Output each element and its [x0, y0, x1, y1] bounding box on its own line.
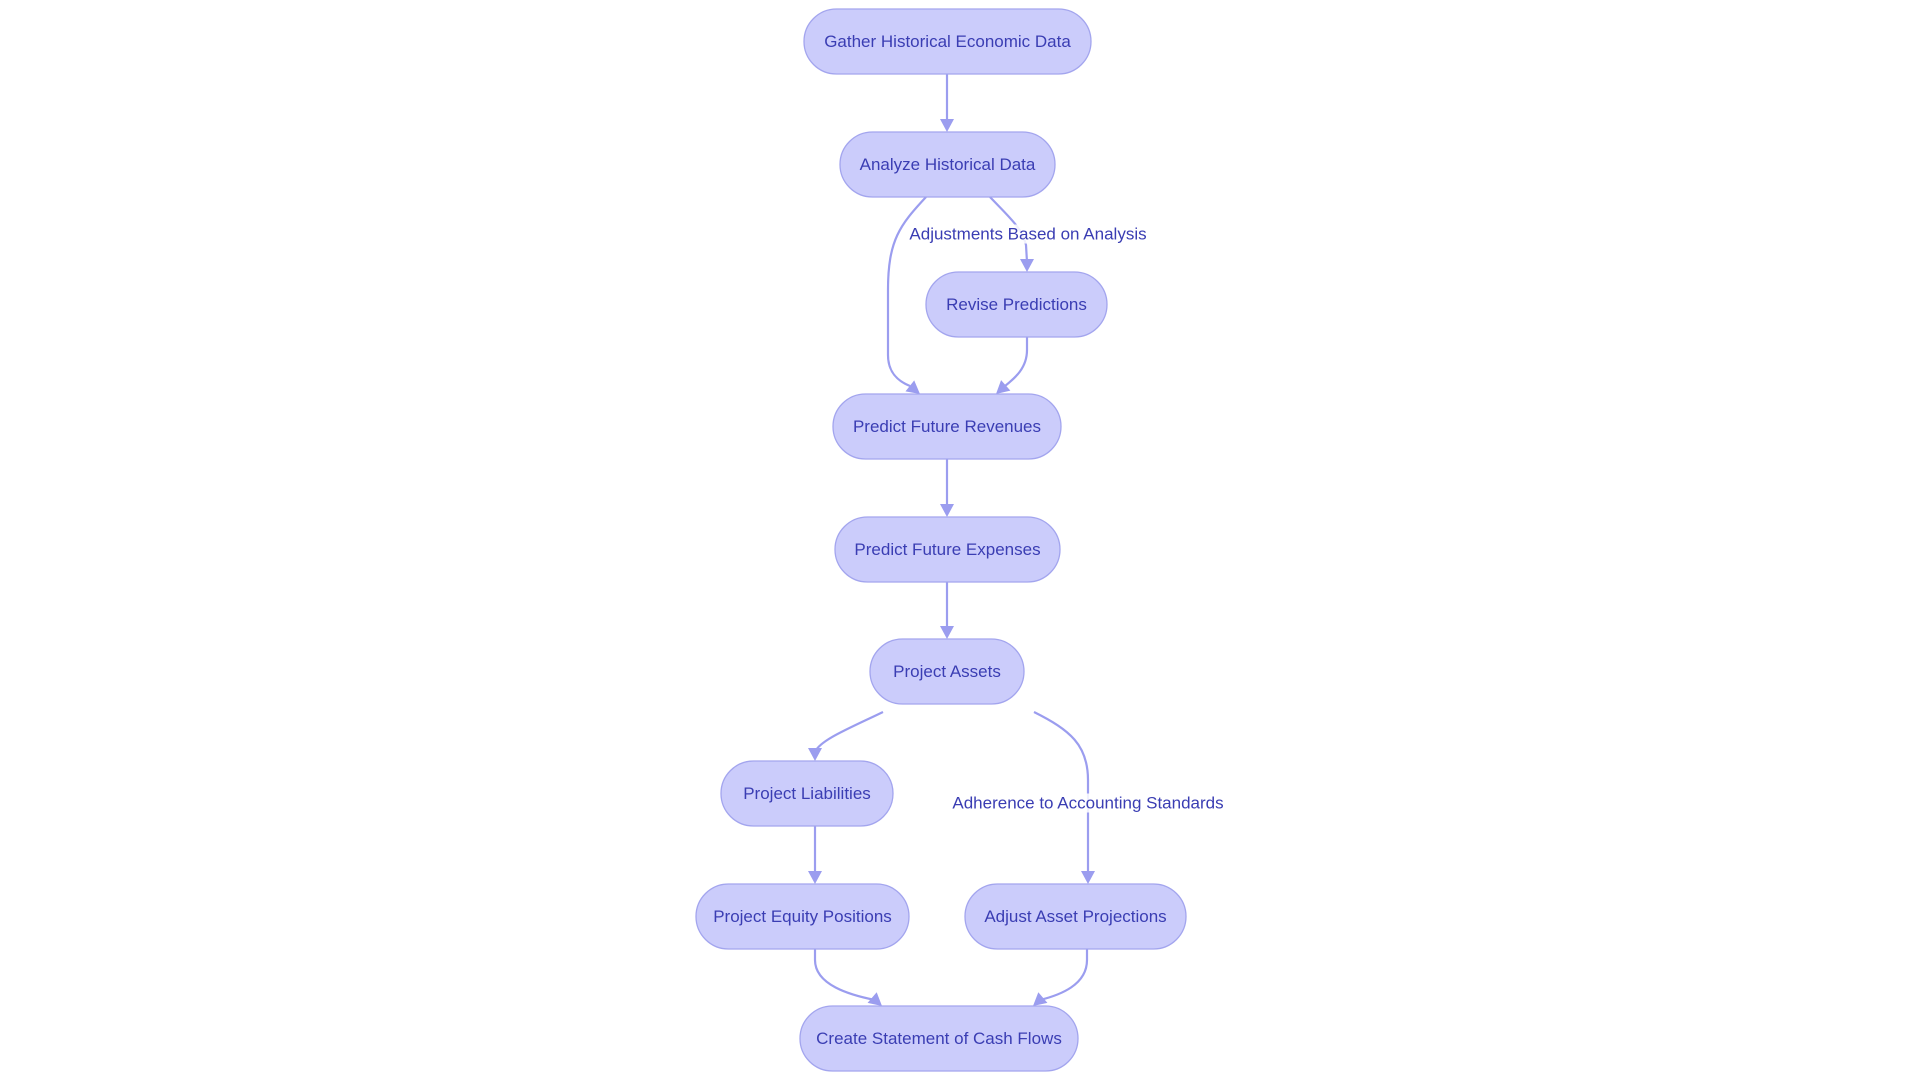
edge-label: Adjustments Based on Analysis — [909, 225, 1146, 244]
edge-liabilities-to-equity — [808, 826, 822, 884]
node-label: Revise Predictions — [946, 295, 1087, 314]
node-cashflows[interactable]: Create Statement of Cash Flows — [799, 1005, 1079, 1072]
arrowhead-icon — [940, 626, 954, 639]
node-label: Adjust Asset Projections — [984, 907, 1166, 926]
flowchart-diagram: Gather Historical Economic Data Analyze H… — [695, 8, 1226, 1072]
edge-label: Adherence to Accounting Standards — [952, 794, 1223, 813]
arrowhead-icon — [940, 504, 954, 517]
node-adjust[interactable]: Adjust Asset Projections — [964, 883, 1187, 950]
edge-assets-to-liabilities — [808, 711, 884, 761]
edge-equity-to-cashflows — [813, 949, 882, 1006]
arrowhead-icon — [940, 119, 954, 132]
edge-adjust-to-cashflows — [1033, 949, 1089, 1006]
node-expenses[interactable]: Predict Future Expenses — [834, 516, 1061, 583]
node-label: Project Equity Positions — [713, 907, 892, 926]
arrowhead-icon — [808, 871, 822, 884]
node-label: Analyze Historical Data — [860, 155, 1036, 174]
node-assets[interactable]: Project Assets — [869, 638, 1025, 705]
node-equity[interactable]: Project Equity Positions — [695, 883, 910, 950]
node-label: Gather Historical Economic Data — [824, 32, 1071, 51]
node-label: Project Assets — [893, 662, 1001, 681]
arrowhead-icon — [905, 380, 920, 394]
nodes-layer: Gather Historical Economic Data Analyze H… — [695, 8, 1187, 1072]
node-label: Project Liabilities — [743, 784, 871, 803]
edge-revise-to-revenues — [996, 337, 1029, 394]
edge-expenses-to-assets — [940, 582, 954, 639]
arrowhead-icon — [1081, 871, 1095, 884]
node-revenues[interactable]: Predict Future Revenues — [832, 393, 1062, 460]
node-liabilities[interactable]: Project Liabilities — [720, 760, 894, 827]
edge-line — [813, 949, 876, 1002]
edge-revenues-to-expenses — [940, 459, 954, 517]
edge-line — [1004, 337, 1029, 387]
edge-gather-to-analyze — [940, 74, 954, 132]
node-analyze[interactable]: Analyze Historical Data — [839, 131, 1056, 198]
node-label: Predict Future Revenues — [853, 417, 1041, 436]
node-gather[interactable]: Gather Historical Economic Data — [803, 8, 1092, 75]
node-label: Create Statement of Cash Flows — [816, 1029, 1062, 1048]
edge-line — [1039, 949, 1089, 1002]
edge-line — [813, 711, 884, 753]
arrowhead-icon — [808, 748, 822, 761]
node-revise[interactable]: Revise Predictions — [925, 271, 1108, 338]
node-label: Predict Future Expenses — [854, 540, 1040, 559]
arrowhead-icon — [1020, 259, 1034, 272]
